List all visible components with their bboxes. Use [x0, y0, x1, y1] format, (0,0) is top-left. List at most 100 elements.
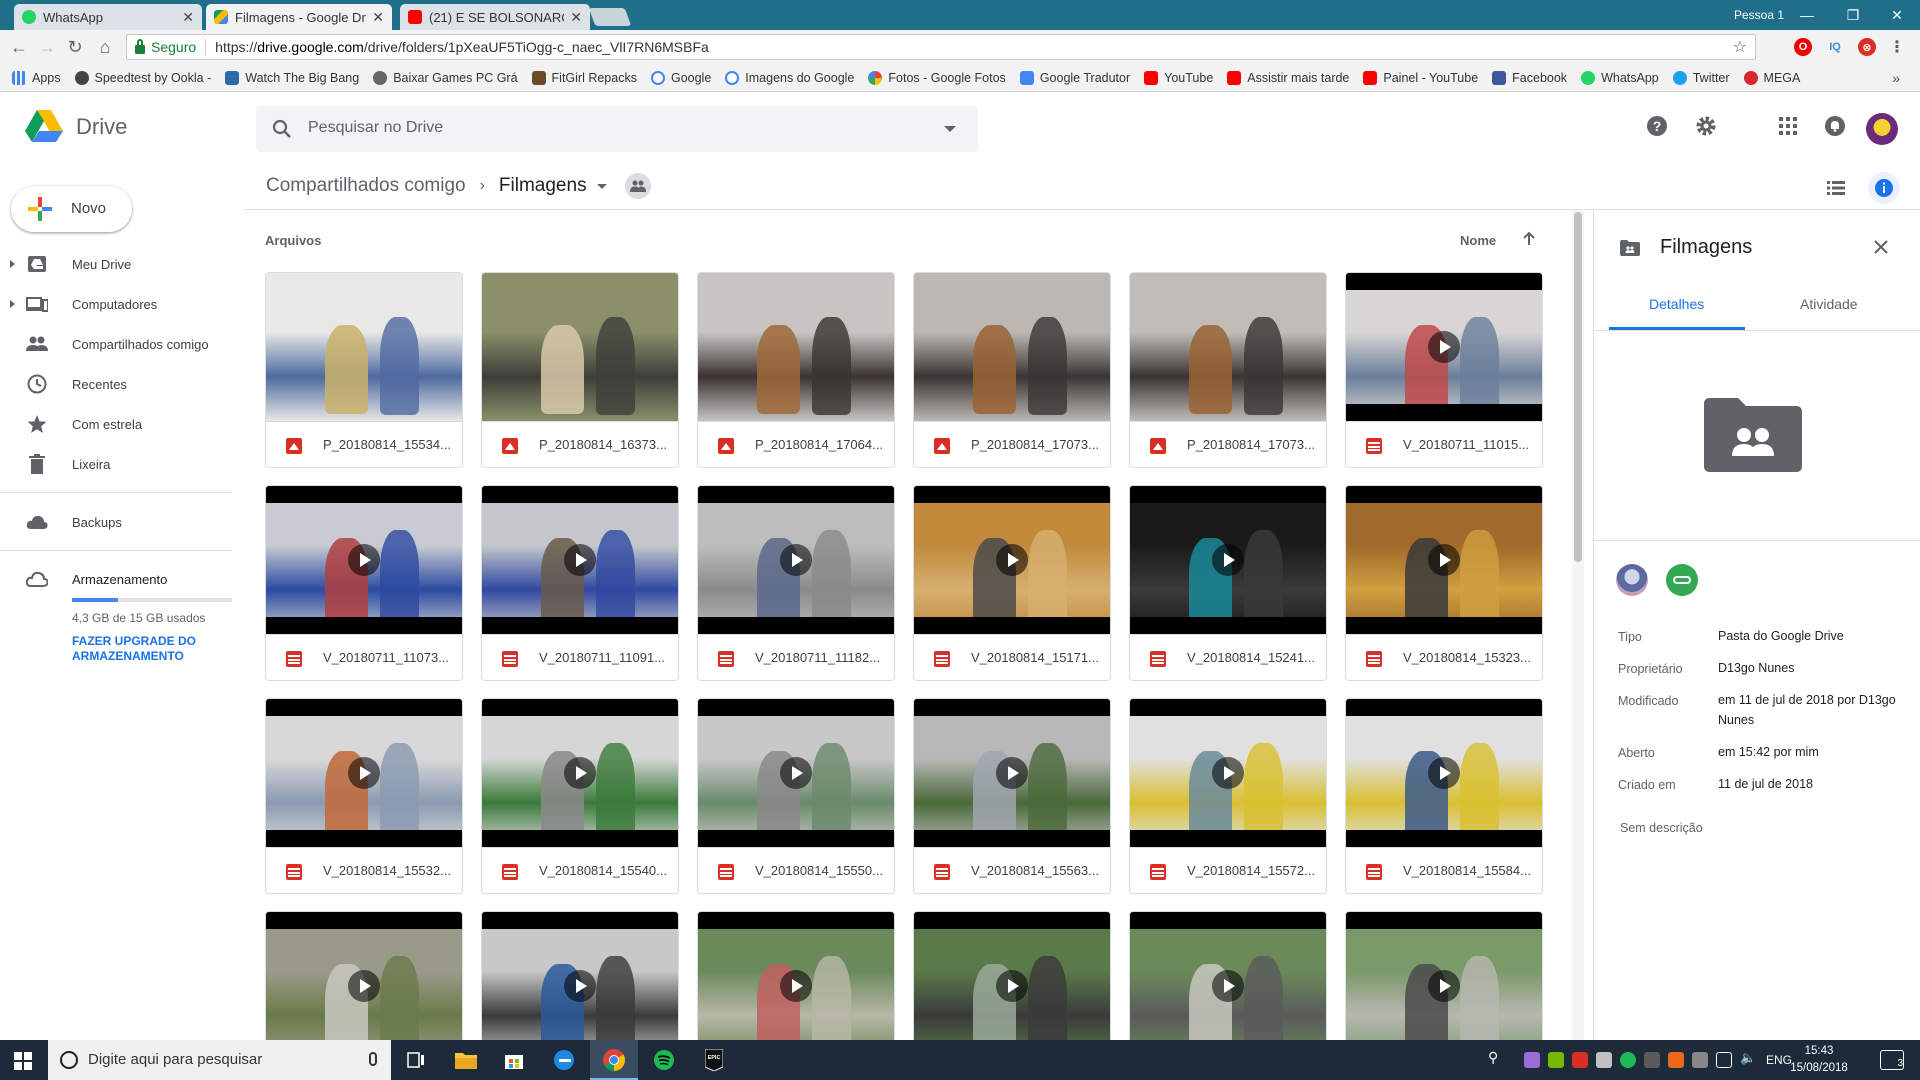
cortana-icon[interactable]: [60, 1051, 78, 1069]
product-name[interactable]: Drive: [76, 114, 127, 140]
play-icon[interactable]: [1428, 544, 1460, 576]
play-icon[interactable]: [780, 757, 812, 789]
bookmark-item[interactable]: WhatsApp: [1581, 70, 1659, 85]
play-icon[interactable]: [1428, 970, 1460, 1002]
video-file-card[interactable]: V_20180814_15532...: [265, 698, 463, 894]
close-window-icon[interactable]: ✕: [1874, 0, 1920, 30]
sort-by-name-button[interactable]: Nome: [1460, 233, 1496, 248]
search-icon[interactable]: [272, 119, 292, 139]
steam-icon[interactable]: [1644, 1052, 1660, 1068]
blocker-extension-icon[interactable]: ⊗: [1858, 38, 1876, 56]
video-file-card[interactable]: V_20180814_15323...: [1345, 485, 1543, 681]
video-file-card[interactable]: [1129, 911, 1327, 1042]
opera-extension-icon[interactable]: O: [1794, 38, 1812, 56]
sidebar-item-my-drive[interactable]: Meu Drive: [0, 247, 230, 281]
bookmark-item[interactable]: YouTube: [1144, 70, 1213, 85]
sidebar-item-storage[interactable]: Armazenamento: [0, 562, 230, 596]
video-file-card[interactable]: V_20180814_15584...: [1345, 698, 1543, 894]
epic-games-icon[interactable]: EPIC: [690, 1040, 738, 1080]
expand-caret-icon[interactable]: [10, 260, 15, 268]
play-icon[interactable]: [348, 757, 380, 789]
sidebar-item-backups[interactable]: Backups: [0, 505, 230, 539]
network-icon[interactable]: [1716, 1052, 1732, 1068]
bookmark-item[interactable]: Fotos - Google Fotos: [868, 70, 1006, 85]
list-view-icon[interactable]: [1820, 172, 1852, 204]
bookmark-item[interactable]: FitGirl Repacks: [531, 70, 637, 85]
menu-dots-icon[interactable]: ⋮: [1888, 38, 1906, 56]
play-icon[interactable]: [564, 970, 596, 1002]
windows-start-icon[interactable]: [14, 1052, 32, 1070]
taskbar-search-input[interactable]: Digite aqui para pesquisar: [48, 1040, 391, 1080]
breadcrumb-current[interactable]: Filmagens: [499, 175, 587, 197]
tab-details[interactable]: Detalhes: [1649, 296, 1704, 312]
spotify-icon[interactable]: [640, 1040, 688, 1080]
forward-arrow-icon[interactable]: →: [36, 36, 58, 58]
nvidia-icon[interactable]: [1548, 1052, 1564, 1068]
video-file-card[interactable]: [697, 911, 895, 1042]
video-file-card[interactable]: V_20180711_11015...: [1345, 272, 1543, 468]
video-file-card[interactable]: [913, 911, 1111, 1042]
tab-activity[interactable]: Atividade: [1800, 296, 1858, 312]
tab-youtube[interactable]: (21) E SE BOLSONARO FO ✕: [400, 4, 590, 30]
owner-avatar[interactable]: [1616, 564, 1648, 596]
settings-gear-icon[interactable]: [1694, 114, 1718, 138]
close-icon[interactable]: ✕: [570, 9, 582, 26]
close-icon[interactable]: ✕: [372, 9, 384, 26]
bookmark-item[interactable]: MEGA: [1743, 70, 1800, 85]
play-icon[interactable]: [1428, 757, 1460, 789]
tray-app-icon[interactable]: [1524, 1052, 1540, 1068]
profile-name[interactable]: Pessoa 1: [1734, 0, 1784, 30]
iq-extension-icon[interactable]: IQ: [1826, 38, 1844, 56]
sidebar-item-recent[interactable]: Recentes: [0, 367, 230, 401]
play-icon[interactable]: [996, 544, 1028, 576]
close-icon[interactable]: ✕: [182, 9, 194, 26]
bookmark-item[interactable]: Twitter: [1672, 70, 1730, 85]
sidebar-item-trash[interactable]: Lixeira: [0, 447, 230, 481]
account-avatar[interactable]: [1866, 113, 1898, 145]
play-icon[interactable]: [780, 544, 812, 576]
firefox-icon[interactable]: [1668, 1052, 1684, 1068]
bookmark-item[interactable]: Google: [650, 70, 711, 85]
files-scrollbar[interactable]: [1572, 210, 1584, 1040]
tray-app-icon[interactable]: [1572, 1052, 1588, 1068]
video-file-card[interactable]: [265, 911, 463, 1042]
link-sharing-icon[interactable]: [1666, 564, 1698, 596]
bookmark-item[interactable]: Assistir mais tarde: [1227, 70, 1349, 85]
help-icon[interactable]: ?: [1645, 114, 1669, 138]
new-tab-button[interactable]: [588, 8, 632, 26]
sort-ascending-arrow-icon[interactable]: [1520, 230, 1538, 248]
image-file-card[interactable]: P_20180814_17064...: [697, 272, 895, 468]
bookmark-item[interactable]: Apps: [12, 70, 61, 85]
image-file-card[interactable]: P_20180814_16373...: [481, 272, 679, 468]
play-icon[interactable]: [780, 970, 812, 1002]
minimize-icon[interactable]: —: [1784, 0, 1830, 30]
chevron-down-icon[interactable]: [596, 183, 607, 189]
search-options-caret-icon[interactable]: [944, 126, 956, 132]
expand-caret-icon[interactable]: [10, 300, 15, 308]
home-icon[interactable]: ⌂: [94, 36, 116, 58]
video-file-card[interactable]: V_20180711_11091...: [481, 485, 679, 681]
video-file-card[interactable]: V_20180814_15241...: [1129, 485, 1327, 681]
restore-icon[interactable]: ❐: [1830, 0, 1876, 30]
info-details-icon[interactable]: [1868, 172, 1900, 204]
close-icon[interactable]: [1870, 236, 1892, 258]
play-icon[interactable]: [348, 544, 380, 576]
image-file-card[interactable]: P_20180814_17073...: [913, 272, 1111, 468]
play-icon[interactable]: [1428, 331, 1460, 363]
spotify-tray-icon[interactable]: [1620, 1052, 1636, 1068]
bookmark-star-icon[interactable]: ☆: [1733, 37, 1747, 57]
tray-app-icon[interactable]: [1596, 1052, 1612, 1068]
bookmark-item[interactable]: Facebook: [1492, 70, 1567, 85]
apps-grid-icon[interactable]: [1776, 114, 1800, 138]
video-file-card[interactable]: V_20180814_15540...: [481, 698, 679, 894]
reload-icon[interactable]: ↻: [64, 36, 86, 58]
play-icon[interactable]: [996, 757, 1028, 789]
video-file-card[interactable]: [481, 911, 679, 1042]
video-file-card[interactable]: [1345, 911, 1543, 1042]
notification-center-icon[interactable]: 3: [1880, 1050, 1904, 1070]
description-field[interactable]: Sem descrição: [1620, 821, 1703, 835]
breadcrumb-parent[interactable]: Compartilhados comigo: [266, 175, 466, 197]
video-file-card[interactable]: V_20180814_15171...: [913, 485, 1111, 681]
edge-browser-icon[interactable]: [540, 1040, 588, 1080]
url-text[interactable]: https://drive.google.com/drive/folders/1…: [215, 39, 709, 55]
